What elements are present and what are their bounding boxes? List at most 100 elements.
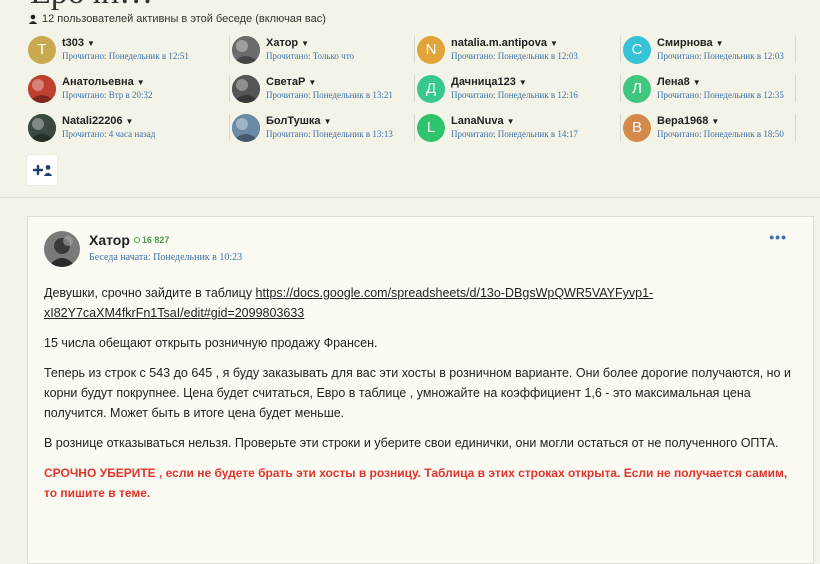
user-avatar[interactable]: C — [623, 35, 651, 64]
user-avatar-letter: L — [426, 119, 436, 136]
user-read-status: Прочитано: Только что — [266, 50, 355, 61]
user-avatar[interactable] — [28, 113, 56, 142]
active-users-line: 12 пользователей активны в этой беседе (… — [28, 13, 326, 25]
user-name-text: Лена8 — [657, 75, 690, 88]
reputation-badge: 16 827 — [133, 235, 170, 245]
user-avatar-letter: T — [37, 41, 47, 58]
user-name[interactable]: natalia.m.antipova ▼ — [451, 37, 578, 50]
user-name-text: natalia.m.antipova — [451, 36, 547, 49]
active-user: Natali22206 ▼ Прочитано: 4 часа назад — [26, 108, 230, 147]
user-avatar[interactable]: Д — [417, 74, 445, 103]
user-read-status: Прочитано: Понедельник в 13:21 — [266, 89, 393, 100]
user-name-text: Дачница123 — [451, 75, 516, 88]
user-read-status: Прочитано: Понедельник в 12:16 — [451, 89, 578, 100]
user-name[interactable]: БолТушка ▼ — [266, 115, 393, 128]
user-avatar-letter: C — [631, 41, 643, 58]
user-avatar[interactable] — [232, 113, 260, 142]
chevron-down-icon: ▼ — [125, 116, 134, 126]
user-info: Смирнова ▼ Прочитано: Понедельник в 12:03 — [657, 37, 784, 63]
user-avatar[interactable] — [28, 74, 56, 103]
chevron-down-icon: ▼ — [506, 116, 515, 126]
post-paragraph: В рознице отказываться нельзя. Проверьте… — [44, 436, 779, 450]
post-options-menu[interactable]: ••• — [769, 229, 787, 245]
user-avatar[interactable]: Л — [623, 74, 651, 103]
user-info: Анатольевна ▼ Прочитано: Втр в 20:32 — [62, 76, 153, 102]
chevron-down-icon: ▼ — [518, 77, 527, 87]
user-avatar[interactable] — [232, 35, 260, 64]
user-name-text: Вера1968 — [657, 114, 709, 127]
user-name[interactable]: СветаР ▼ — [266, 76, 393, 89]
user-name-text: БолТушка — [266, 114, 321, 127]
user-avatar[interactable]: B — [623, 113, 651, 142]
user-read-status: Прочитано: Понедельник в 14:17 — [451, 128, 578, 139]
add-user-icon — [32, 164, 53, 176]
user-name[interactable]: Хатор ▼ — [266, 37, 354, 50]
post-author-avatar[interactable] — [44, 231, 80, 267]
active-user: СветаР ▼ Прочитано: Понедельник в 13:21 — [230, 69, 415, 108]
user-name[interactable]: t303 ▼ — [62, 37, 189, 50]
user-read-status: Прочитано: Понедельник в 12:51 — [62, 50, 189, 61]
user-name[interactable]: Вера1968 ▼ — [657, 115, 784, 128]
user-info: Natali22206 ▼ Прочитано: 4 часа назад — [62, 115, 155, 141]
chevron-down-icon: ▼ — [323, 116, 332, 126]
active-user: Tt303 ▼ Прочитано: Понедельник в 12:51 — [26, 30, 230, 69]
user-info: Хатор ▼ Прочитано: Только что — [266, 37, 354, 63]
active-user: Хатор ▼ Прочитано: Только что — [230, 30, 415, 69]
chevron-down-icon: ▼ — [301, 38, 310, 48]
user-avatar[interactable]: T — [28, 35, 56, 64]
post-text: Девушки, срочно зайдите в таблицу — [44, 286, 256, 300]
user-read-status: Прочитано: 4 часа назад — [62, 128, 156, 139]
user-avatar[interactable]: N — [417, 35, 445, 64]
user-info: Лена8 ▼ Прочитано: Понедельник в 12:35 — [657, 76, 784, 102]
user-avatar-letter: N — [425, 41, 437, 58]
active-user: БолТушка ▼ Прочитано: Понедельник в 13:13 — [230, 108, 415, 147]
active-user: Анатольевна ▼ Прочитано: Втр в 20:32 — [26, 69, 230, 108]
post-warning: СРОЧНО УБЕРИТЕ , если не будете брать эт… — [44, 466, 788, 500]
user-name[interactable]: LanaNuva ▼ — [451, 115, 578, 128]
post-author-name[interactable]: Хатор — [89, 232, 130, 248]
user-read-status: Прочитано: Втр в 20:32 — [62, 89, 153, 100]
post-paragraph: Теперь из строк с 543 до 645 , я буду за… — [44, 366, 791, 420]
invite-user-button[interactable] — [27, 155, 57, 185]
user-info: СветаР ▼ Прочитано: Понедельник в 13:21 — [266, 76, 393, 102]
user-name[interactable]: Natali22206 ▼ — [62, 115, 155, 128]
chevron-down-icon: ▼ — [87, 38, 95, 48]
conversation-started: Беседа начата: Понедельник в 10:23 — [89, 252, 243, 263]
user-name-text: Анатольевна — [62, 75, 134, 88]
user-avatar[interactable] — [232, 74, 260, 103]
first-post: Хатор 16 827 Беседа начата: Понедельник … — [27, 216, 814, 564]
user-info: Дачница123 ▼ Прочитано: Понедельник в 12:1… — [451, 76, 578, 102]
chevron-down-icon: ▼ — [136, 77, 145, 87]
user-avatar-letter: Л — [632, 80, 642, 97]
active-users-text: 12 пользователей активны в этой беседе (… — [42, 13, 326, 25]
user-info: LanaNuva ▼ Прочитано: Понедельник в 14:17 — [451, 115, 578, 141]
post-paragraph: 15 числа обещают открыть розничную прода… — [44, 336, 378, 350]
user-avatar-letter: Д — [425, 80, 437, 97]
user-name-text: LanaNuva — [451, 114, 504, 127]
reputation-value: 16 827 — [141, 235, 170, 245]
user-info: Вера1968 ▼ Прочитано: Понедельник в 18:50 — [657, 115, 784, 141]
user-info: БолТушка ▼ Прочитано: Понедельник в 13:13 — [266, 115, 393, 141]
chevron-down-icon: ▼ — [549, 38, 558, 48]
user-read-status: Прочитано: Понедельник в 12:03 — [657, 50, 784, 61]
user-info: t303 ▼ Прочитано: Понедельник в 12:51 — [62, 37, 189, 63]
user-name-text: Natali22206 — [62, 114, 123, 127]
user-read-status: Прочитано: Понедельник в 12:03 — [451, 50, 578, 61]
user-name[interactable]: Анатольевна ▼ — [62, 76, 153, 89]
user-name[interactable]: Смирнова ▼ — [657, 37, 784, 50]
reputation-icon — [133, 237, 140, 243]
chevron-down-icon: ▼ — [692, 77, 701, 87]
user-avatar[interactable]: L — [417, 113, 445, 142]
user-avatar-letter: B — [631, 119, 642, 136]
active-users-grid: Tt303 ▼ Прочитано: Понедельник в 12:51 Хато… — [26, 30, 796, 147]
user-read-status: Прочитано: Понедельник в 18:50 — [657, 128, 784, 139]
page-title-cut: Ѐрочн… — [30, 0, 153, 12]
user-name[interactable]: Дачница123 ▼ — [451, 76, 578, 89]
user-name-text: t303 — [62, 36, 85, 49]
user-name-text: Смирнова — [657, 36, 713, 49]
active-user: C Смирнова ▼ Прочитано: Понедельник в 12:03 — [621, 30, 796, 69]
active-user: B Вера1968 ▼ Прочитано: Понедельник в 18:50 — [621, 108, 796, 147]
user-name[interactable]: Лена8 ▼ — [657, 76, 784, 89]
chevron-down-icon: ▼ — [715, 38, 724, 48]
active-user: Nnatalia.m.antipova ▼ Прочитано: Понедельн… — [415, 30, 621, 69]
